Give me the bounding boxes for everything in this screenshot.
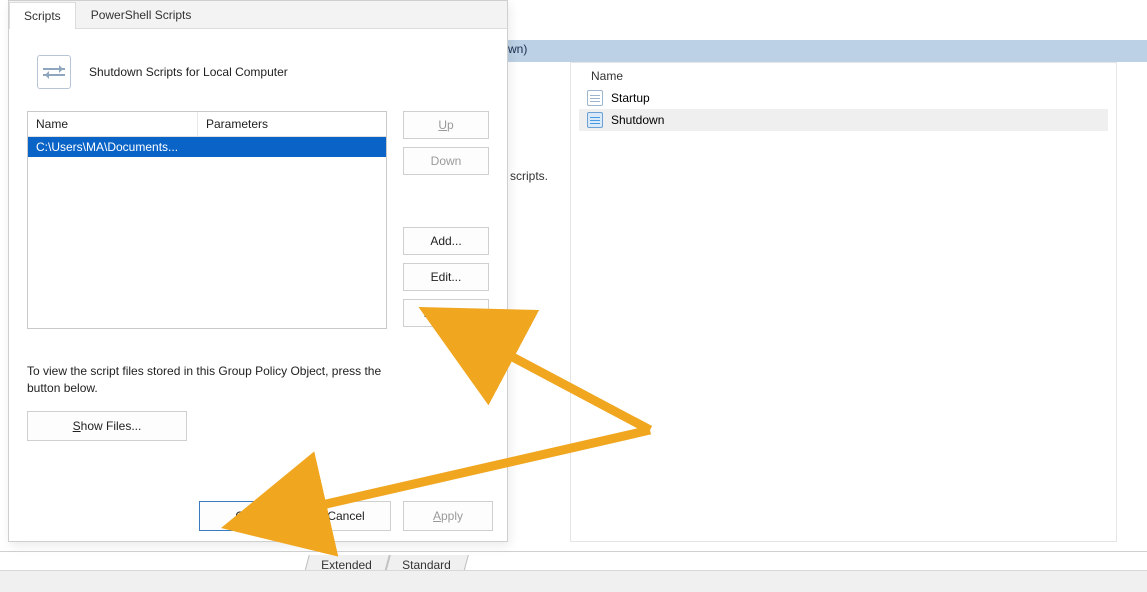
script-document-icon <box>37 55 71 89</box>
script-row[interactable]: C:\Users\MA\Documents... <box>28 137 386 157</box>
tab-scripts[interactable]: Scripts <box>9 2 76 29</box>
gp-titlebar-text: wn) <box>508 42 527 56</box>
remove-button[interactable]: Remove <box>403 299 489 327</box>
listbox-headers: Name Parameters <box>28 112 386 137</box>
tab-powershell-scripts[interactable]: PowerShell Scripts <box>76 1 207 28</box>
gp-item-label: Startup <box>611 91 650 105</box>
gp-item-startup[interactable]: Startup <box>579 87 1108 109</box>
cancel-button[interactable]: Cancel <box>301 501 391 531</box>
col-header-parameters[interactable]: Parameters <box>198 112 386 136</box>
gp-column-header-name: Name <box>571 63 1116 87</box>
script-icon <box>587 90 603 106</box>
ok-button[interactable]: OK <box>199 501 289 531</box>
apply-button[interactable]: Apply <box>403 501 493 531</box>
dialog-body: Shutdown Scripts for Local Computer Name… <box>9 29 507 493</box>
list-buttons: Up Down Add... Edit... Remove <box>403 111 489 329</box>
edit-button[interactable]: Edit... <box>403 263 489 291</box>
dialog-footer: OK Cancel Apply <box>199 501 493 531</box>
divider <box>0 551 1147 552</box>
dialog-title: Shutdown Scripts for Local Computer <box>89 65 288 79</box>
dialog-tabstrip: Scripts PowerShell Scripts <box>9 1 507 29</box>
up-button[interactable]: Up <box>403 111 489 139</box>
gp-titlebar-fragment: wn) <box>500 40 1147 62</box>
dialog-header: Shutdown Scripts for Local Computer <box>37 55 489 89</box>
scripts-listbox[interactable]: Name Parameters C:\Users\MA\Documents... <box>27 111 387 329</box>
show-files-button[interactable]: Show Files... <box>27 411 187 441</box>
down-button[interactable]: Down <box>403 147 489 175</box>
script-icon <box>587 112 603 128</box>
gp-item-label: Shutdown <box>611 113 664 127</box>
col-header-name[interactable]: Name <box>28 112 198 136</box>
gp-item-shutdown[interactable]: Shutdown <box>579 109 1108 131</box>
script-row-name: C:\Users\MA\Documents... <box>28 138 386 156</box>
help-text: To view the script files stored in this … <box>27 363 387 397</box>
add-button[interactable]: Add... <box>403 227 489 255</box>
gp-item-list: Startup Shutdown <box>571 87 1116 131</box>
gp-details-pane: Name Startup Shutdown <box>570 62 1117 542</box>
status-bar <box>0 570 1147 592</box>
shutdown-properties-dialog: Scripts PowerShell Scripts Shutdown Scri… <box>8 0 508 542</box>
